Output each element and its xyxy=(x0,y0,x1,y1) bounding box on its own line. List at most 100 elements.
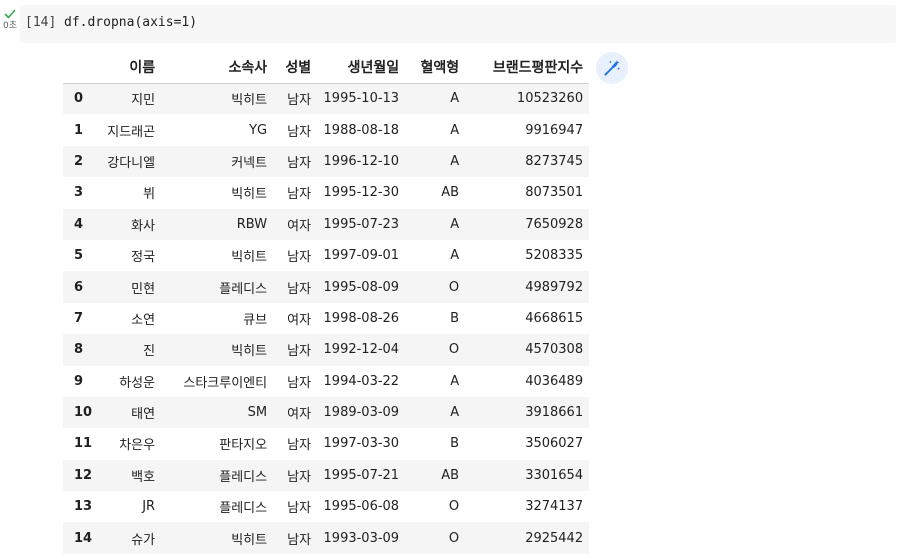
table-cell: 1995-07-21 xyxy=(323,467,400,483)
table-cell: 8273745 xyxy=(525,153,584,169)
table-cell: 1995-08-09 xyxy=(323,279,400,295)
table-row: 2 강다니엘 커넥트 남자 1996-12-10 A 8273745 xyxy=(63,145,590,178)
cell-output: 이름 소속사 성별 생년월일 혈액형 브랜드평판지수 0 지민 빅히트 남자 1… xyxy=(63,52,590,554)
table-cell: 정국 xyxy=(131,250,156,266)
table-cell: 8073501 xyxy=(525,185,584,201)
row-index: 10 xyxy=(74,405,93,421)
table-cell: 스타크루이엔티 xyxy=(183,375,268,391)
table-cell: 지민 xyxy=(131,93,156,109)
row-index: 13 xyxy=(74,499,93,515)
checkmark-icon xyxy=(4,9,16,19)
table-row: 5 정국 빅히트 남자 1997-09-01 A 5208335 xyxy=(63,240,589,271)
table-cell: 1989-03-09 xyxy=(323,405,400,421)
suggest-charts-button[interactable] xyxy=(596,52,628,84)
row-index: 12 xyxy=(74,467,93,483)
table-cell: 빅히트 xyxy=(231,187,268,203)
table-cell: 하성운 xyxy=(119,375,156,391)
table-cell: 1995-06-08 xyxy=(323,499,400,515)
table-cell: 1993-03-09 xyxy=(323,530,400,546)
table-cell: 강다니엘 xyxy=(107,155,156,171)
table-cell: O xyxy=(448,342,460,358)
table-cell: RBW xyxy=(236,216,268,232)
table-cell: B xyxy=(450,310,460,326)
table-row: 13 JR 플레디스 남자 1995-06-08 O 3274137 xyxy=(63,491,589,522)
table-cell: 여자 xyxy=(287,312,312,328)
table-cell: 3918661 xyxy=(525,405,584,421)
table-cell: 남자 xyxy=(287,532,312,548)
table-row: 6 민현 플레디스 남자 1995-08-09 O 4989792 xyxy=(63,271,590,303)
table-cell: SM xyxy=(247,405,268,421)
row-index: 11 xyxy=(74,436,93,452)
table-cell: 큐브 xyxy=(243,312,268,328)
table-cell: 3506027 xyxy=(525,436,584,452)
column-header: 생년월일 xyxy=(317,52,406,84)
table-cell: 남자 xyxy=(287,281,312,297)
code-editor[interactable]: [14] df.dropna(axis=1) xyxy=(20,5,896,43)
table-cell: 남자 xyxy=(287,344,312,360)
table-row: 14 슈가 빅히트 남자 1993-03-09 O 2925442 xyxy=(63,522,590,554)
table-cell: 지드래곤 xyxy=(107,124,156,140)
row-index: 1 xyxy=(74,122,84,138)
header-row: 이름 소속사 성별 생년월일 혈액형 브랜드평판지수 xyxy=(63,52,590,84)
table-cell: 차은우 xyxy=(119,438,156,454)
table-cell: 1995-07-23 xyxy=(323,216,400,232)
row-index: 7 xyxy=(74,310,84,326)
row-index: 8 xyxy=(74,342,84,358)
execution-time: 0초 xyxy=(2,21,17,31)
execution-count: [14] xyxy=(25,15,57,30)
cell-gutter: 0초 xyxy=(0,8,20,31)
table-cell: 2925442 xyxy=(525,530,584,546)
table-cell: 남자 xyxy=(287,155,312,171)
table-cell: 남자 xyxy=(287,124,312,140)
table-cell: 남자 xyxy=(287,469,312,485)
row-index: 0 xyxy=(74,91,84,107)
code-line[interactable]: df.dropna(axis=1) xyxy=(64,15,197,30)
dataframe-table: 이름 소속사 성별 생년월일 혈액형 브랜드평판지수 0 지민 빅히트 남자 1… xyxy=(63,52,590,554)
notebook-cell: 0초 [14] df.dropna(axis=1) 이름 소속사 성별 생년월일… xyxy=(0,0,902,559)
table-cell: 1988-08-18 xyxy=(323,122,400,138)
table-cell: 4036489 xyxy=(525,373,584,389)
table-cell: 플레디스 xyxy=(219,469,268,485)
table-cell: 백호 xyxy=(131,469,156,485)
table-cell: 4668615 xyxy=(525,310,584,326)
table-cell: O xyxy=(448,499,460,515)
table-row: 8 진 빅히트 남자 1992-12-04 O 4570308 xyxy=(63,334,590,366)
table-cell: 남자 xyxy=(287,375,312,391)
table-cell: 4570308 xyxy=(525,342,584,358)
table-cell: 진 xyxy=(143,344,156,360)
table-cell: 슈가 xyxy=(131,532,156,548)
table-cell: 뷔 xyxy=(143,187,156,203)
table-row: 10 태연 SM 여자 1989-03-09 A 3918661 xyxy=(63,396,590,429)
table-cell: 민현 xyxy=(131,281,156,297)
column-header: 소속사 xyxy=(161,52,274,84)
column-header: 성별 xyxy=(273,52,318,84)
table-cell: 커넥트 xyxy=(231,155,268,171)
table-cell: A xyxy=(450,248,460,264)
table-cell: 1992-12-04 xyxy=(323,342,400,358)
index-header xyxy=(63,52,99,84)
table-cell: 7650928 xyxy=(525,216,584,232)
table-cell: 빅히트 xyxy=(231,532,268,548)
table-cell: YG xyxy=(249,122,268,138)
table-cell: 3274137 xyxy=(525,499,584,515)
table-cell: 태연 xyxy=(131,407,156,423)
table-cell: 빅히트 xyxy=(231,250,268,266)
table-cell: 10523260 xyxy=(516,91,584,107)
table-cell: 1997-03-30 xyxy=(323,436,400,452)
table-cell: AB xyxy=(441,185,460,201)
table-cell: 여자 xyxy=(287,407,312,423)
table-row: 3 뷔 빅히트 남자 1995-12-30 AB 8073501 xyxy=(63,177,589,208)
table-row: 7 소연 큐브 여자 1998-08-26 B 4668615 xyxy=(63,303,589,334)
table-cell: 1998-08-26 xyxy=(323,310,400,326)
table-row: 4 화사 RBW 여자 1995-07-23 A 7650928 xyxy=(63,208,590,240)
table-row: 9 하성운 스타크루이엔티 남자 1994-03-22 A 4036489 xyxy=(63,366,589,397)
row-index: 4 xyxy=(74,216,84,232)
table-row: 1 지드래곤 YG 남자 1988-08-18 A 9916947 xyxy=(63,114,589,145)
row-index: 5 xyxy=(74,248,84,264)
table-cell: A xyxy=(450,91,460,107)
table-row: 11 차은우 판타지오 남자 1997-03-30 B 3506027 xyxy=(63,428,589,459)
table-cell: JR xyxy=(142,499,156,515)
table-cell: 1994-03-22 xyxy=(323,373,400,389)
table-cell: AB xyxy=(441,467,460,483)
table-cell: O xyxy=(448,279,460,295)
